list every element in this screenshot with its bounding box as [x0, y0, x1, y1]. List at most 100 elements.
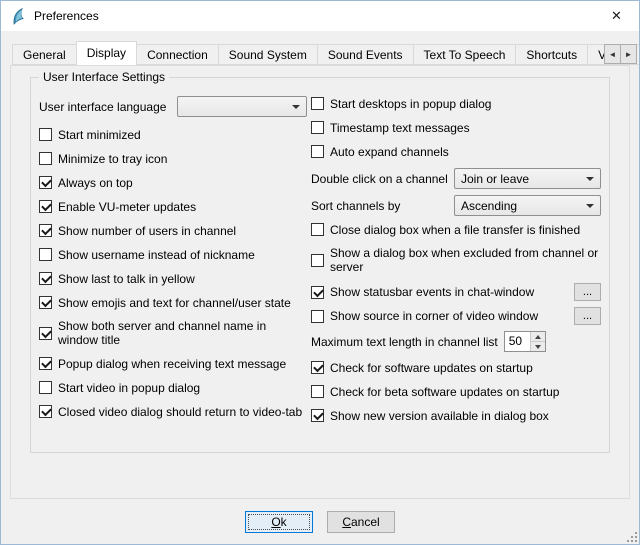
checkbox-box[interactable] — [39, 327, 52, 340]
checkbox-box[interactable] — [311, 409, 324, 422]
checkbox-label: Timestamp text messages — [330, 121, 470, 135]
tab-scroll-controls: ◄ ► — [605, 44, 637, 64]
tab-general[interactable]: General — [12, 44, 77, 65]
cancel-button[interactable]: Cancel — [327, 511, 395, 533]
sort-channels-select[interactable]: Ascending — [454, 195, 601, 216]
max-text-length-spinner[interactable]: 50 — [504, 331, 546, 352]
checkbox-box[interactable] — [39, 357, 52, 370]
right-column: Start desktops in popup dialog Timestamp… — [311, 96, 601, 432]
checkbox-start-minimized[interactable]: Start minimized — [39, 127, 307, 142]
tab-bar: General Display Connection Sound System … — [1, 31, 639, 65]
checkbox-show-emojis[interactable]: Show emojis and text for channel/user st… — [39, 295, 307, 310]
checkbox-check-beta-updates[interactable]: Check for beta software updates on start… — [311, 384, 601, 399]
checkbox-label: Show source in corner of video window — [330, 309, 538, 323]
close-button[interactable]: ✕ — [594, 1, 639, 31]
video-source-row[interactable]: Show source in corner of video window ..… — [311, 307, 601, 325]
ok-key: O — [271, 515, 280, 529]
checkbox-box[interactable] — [39, 200, 52, 213]
checkbox-show-username[interactable]: Show username instead of nickname — [39, 247, 307, 262]
preferences-dialog: Preferences ✕ General Display Connection… — [0, 0, 640, 545]
checkbox-box[interactable] — [311, 385, 324, 398]
checkbox-excluded-dialog[interactable]: Show a dialog box when excluded from cha… — [311, 246, 601, 274]
language-select[interactable] — [177, 96, 307, 117]
tab-scroll-right-button[interactable]: ► — [620, 44, 637, 64]
checkbox-label: Start minimized — [58, 128, 141, 142]
checkbox-label: Enable VU-meter updates — [58, 200, 196, 214]
title-bar[interactable]: Preferences ✕ — [1, 1, 639, 31]
video-source-config-button[interactable]: ... — [574, 307, 601, 325]
statusbar-events-row[interactable]: Show statusbar events in chat-window ... — [311, 283, 601, 301]
checkbox-server-channel-title[interactable]: Show both server and channel name in win… — [39, 319, 307, 347]
arrow-down-icon — [535, 345, 541, 349]
checkbox-box[interactable] — [311, 97, 324, 110]
resize-grip[interactable] — [625, 530, 637, 542]
tab-text-to-speech[interactable]: Text To Speech — [413, 44, 517, 65]
checkbox-popup-text-message[interactable]: Popup dialog when receiving text message — [39, 356, 307, 371]
checkbox-box[interactable] — [311, 121, 324, 134]
checkbox-always-on-top[interactable]: Always on top — [39, 175, 307, 190]
spinner-buttons — [530, 332, 545, 351]
arrow-left-icon: ◄ — [609, 50, 617, 59]
ok-button[interactable]: Ok — [245, 511, 313, 533]
tab-pane: User Interface Settings User interface l… — [10, 65, 630, 499]
window-title: Preferences — [34, 9, 99, 23]
checkbox-close-filetransfer[interactable]: Close dialog box when a file transfer is… — [311, 222, 601, 237]
arrow-up-icon — [535, 335, 541, 339]
statusbar-events-config-button[interactable]: ... — [574, 283, 601, 301]
tab-shortcuts[interactable]: Shortcuts — [515, 44, 588, 65]
checkbox-box[interactable] — [311, 310, 324, 323]
checkbox-box[interactable] — [311, 361, 324, 374]
checkbox-desktops-popup[interactable]: Start desktops in popup dialog — [311, 96, 601, 111]
language-label: User interface language — [39, 100, 166, 114]
arrow-right-icon: ► — [625, 50, 633, 59]
chevron-down-icon — [586, 204, 594, 208]
spin-down-button[interactable] — [530, 341, 545, 351]
checkbox-video-popup[interactable]: Start video in popup dialog — [39, 380, 307, 395]
chevron-down-icon — [586, 177, 594, 181]
sort-channels-value: Ascending — [461, 199, 517, 213]
max-text-length-label: Maximum text length in channel list — [311, 335, 498, 349]
checkbox-box[interactable] — [39, 381, 52, 394]
checkbox-check-updates[interactable]: Check for software updates on startup — [311, 360, 601, 375]
checkbox-label: Closed video dialog should return to vid… — [58, 405, 302, 419]
checkbox-box[interactable] — [39, 296, 52, 309]
checkbox-show-user-count[interactable]: Show number of users in channel — [39, 223, 307, 238]
tab-sound-events[interactable]: Sound Events — [317, 44, 414, 65]
checkbox-box[interactable] — [39, 152, 52, 165]
cancel-key: C — [342, 515, 351, 529]
checkbox-auto-expand[interactable]: Auto expand channels — [311, 144, 601, 159]
checkbox-timestamp-messages[interactable]: Timestamp text messages — [311, 120, 601, 135]
tab-connection[interactable]: Connection — [136, 44, 219, 65]
checkbox-minimize-to-tray[interactable]: Minimize to tray icon — [39, 151, 307, 166]
checkbox-box[interactable] — [39, 272, 52, 285]
checkbox-box[interactable] — [39, 248, 52, 261]
checkbox-box[interactable] — [39, 128, 52, 141]
double-click-value: Join or leave — [461, 172, 529, 186]
checkbox-label: Show number of users in channel — [58, 224, 236, 238]
checkbox-new-version-dialog[interactable]: Show new version available in dialog box — [311, 408, 601, 423]
left-column: User interface language Start minimized … — [39, 96, 307, 432]
double-click-row: Double click on a channel Join or leave — [311, 168, 601, 189]
checkbox-box[interactable] — [39, 405, 52, 418]
checkbox-box[interactable] — [39, 176, 52, 189]
checkbox-last-talk-yellow[interactable]: Show last to talk in yellow — [39, 271, 307, 286]
checkbox-box[interactable] — [311, 145, 324, 158]
checkbox-box[interactable] — [311, 286, 324, 299]
max-text-length-value: 50 — [505, 332, 530, 351]
checkbox-label: Start desktops in popup dialog — [330, 97, 491, 111]
tab-scroll-left-button[interactable]: ◄ — [604, 44, 621, 64]
ok-rest: k — [281, 515, 287, 529]
spin-up-button[interactable] — [530, 332, 545, 341]
checkbox-box[interactable] — [311, 223, 324, 236]
tab-display[interactable]: Display — [76, 41, 137, 65]
tab-sound-system[interactable]: Sound System — [218, 44, 318, 65]
dialog-buttons: Ok Cancel — [1, 511, 639, 533]
checkbox-box[interactable] — [311, 254, 324, 267]
sort-channels-row: Sort channels by Ascending — [311, 195, 601, 216]
checkbox-vu-meter-updates[interactable]: Enable VU-meter updates — [39, 199, 307, 214]
double-click-select[interactable]: Join or leave — [454, 168, 601, 189]
checkbox-box[interactable] — [39, 224, 52, 237]
double-click-label: Double click on a channel — [311, 172, 448, 186]
checkbox-label: Start video in popup dialog — [58, 381, 200, 395]
checkbox-video-return-tab[interactable]: Closed video dialog should return to vid… — [39, 404, 307, 419]
